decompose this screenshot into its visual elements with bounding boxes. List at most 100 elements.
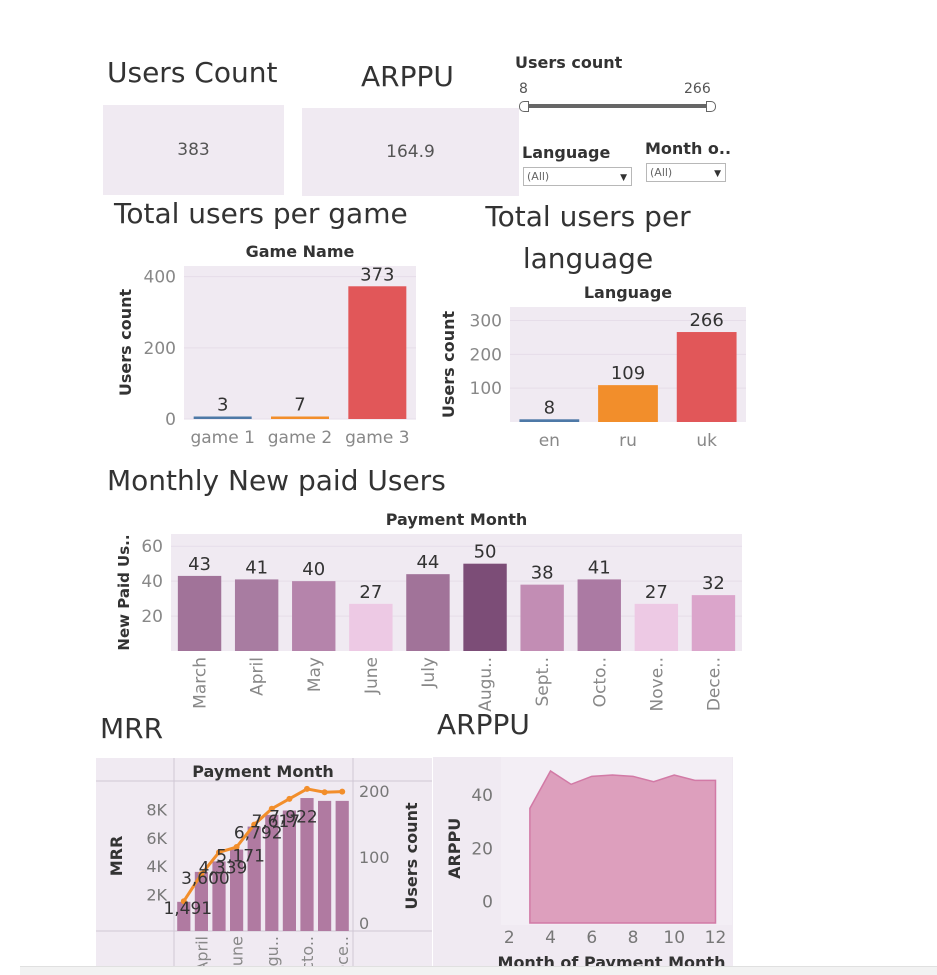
users-count-value: 383 xyxy=(177,140,210,160)
x-tick-label: 10 xyxy=(663,928,685,948)
bar xyxy=(349,603,393,651)
x-tick-label: 6 xyxy=(586,928,597,948)
x-tick-label: 4 xyxy=(545,928,556,948)
x-tick-label: March xyxy=(191,657,211,709)
data-label: 32 xyxy=(702,573,725,594)
bar xyxy=(234,579,279,651)
bar xyxy=(406,574,450,651)
arppu-kpi-card: 164.9 xyxy=(302,108,519,196)
mrr-chart: Payment Month2K4K6K8K0100200MRR Users cou… xyxy=(96,758,432,968)
y-tick-label: 60 xyxy=(141,537,163,557)
data-label: 373 xyxy=(360,264,394,285)
data-label: 266 xyxy=(689,310,723,331)
slider-max-handle[interactable] xyxy=(706,101,716,112)
language-filter-dropdown[interactable]: (All) ▼ xyxy=(523,167,632,186)
column-header: Payment Month xyxy=(386,510,528,529)
per-language-title: Total users per language xyxy=(485,200,691,275)
column-header: Payment Month xyxy=(192,762,334,781)
x-tick-label: Dece.. xyxy=(704,657,724,711)
game-bar-chart: 0 200 400 Game Name Users count 3 game 1 7 game … xyxy=(116,242,416,448)
slider-min-handle[interactable] xyxy=(519,101,529,112)
y-tick-label: 100 xyxy=(470,379,502,399)
monthly-bar-chart: 20 40 60 Payment Month New Paid Us.. 43 March 4… xyxy=(115,510,742,712)
data-label: 43 xyxy=(188,554,211,575)
per-game-title: Total users per game xyxy=(114,197,408,230)
x-tick-label: July xyxy=(419,657,439,689)
x-tick-label: June xyxy=(362,657,382,695)
bar xyxy=(318,800,332,931)
chevron-down-icon: ▼ xyxy=(714,169,721,179)
language-filter-value: (All) xyxy=(527,170,550,183)
arppu-area-chart: 020402 4 6 8 10 12ARPPUMonth of Payment Month xyxy=(433,757,733,968)
x-tick-label: Dece.. xyxy=(333,936,352,968)
y-axis-title: ARPPU xyxy=(445,818,464,879)
x-tick-label: 12 xyxy=(705,928,727,948)
x-tick-label: Nove.. xyxy=(647,657,667,711)
month-filter-value: (All) xyxy=(650,166,673,179)
data-label: 41 xyxy=(588,557,611,578)
bar xyxy=(577,579,621,651)
data-label: 7,922 xyxy=(269,808,318,828)
line-point xyxy=(339,788,346,795)
data-label: 50 xyxy=(474,542,497,563)
bar xyxy=(335,800,349,931)
column-header: Language xyxy=(584,283,672,302)
slider-min-value: 8 xyxy=(519,81,528,97)
users-count-card: 383 xyxy=(103,105,284,195)
y2-axis-title: Users count xyxy=(402,802,421,910)
monthly-title: Monthly New paid Users xyxy=(107,464,446,497)
y-tick-label: 8K xyxy=(146,800,167,819)
arppu-kpi-title: ARPPU xyxy=(361,60,454,93)
y-tick-label: 200 xyxy=(470,345,502,365)
x-tick-label: game 3 xyxy=(345,428,409,448)
bar xyxy=(271,416,329,419)
y-axis-title: Users count xyxy=(439,311,458,419)
y2-tick-label: 200 xyxy=(359,782,390,801)
slider-max-value: 266 xyxy=(684,81,711,97)
month-filter-dropdown[interactable]: (All) ▼ xyxy=(646,163,726,182)
x-tick-label: May xyxy=(305,657,325,692)
x-tick-label: April xyxy=(248,657,268,696)
users-count-slider[interactable] xyxy=(523,104,712,108)
bar xyxy=(676,332,737,422)
language-bar-chart: 100 200 300 Language Users count 8 en 109 ru 266 u… xyxy=(439,283,746,451)
column-header: Game Name xyxy=(246,242,355,261)
slider-label: Users count xyxy=(515,53,623,72)
line-point xyxy=(304,785,310,792)
arppu-area xyxy=(529,769,717,924)
x-tick-label: Sept.. xyxy=(533,657,553,707)
y-tick-label: 4K xyxy=(146,857,167,876)
x-tick-label: Octo.. xyxy=(298,936,317,968)
y-tick-label: 300 xyxy=(470,312,502,332)
y-tick-label: 40 xyxy=(141,572,163,592)
mrr-title: MRR xyxy=(100,712,164,745)
bar xyxy=(292,581,336,651)
y-tick-label: 6K xyxy=(146,829,167,848)
arppu-kpi-value: 164.9 xyxy=(386,142,435,162)
x-tick-label: Augu.. xyxy=(476,657,496,712)
y-axis-title: Users count xyxy=(116,289,135,397)
data-label: 109 xyxy=(611,363,645,384)
y-tick-label: 0 xyxy=(165,410,176,430)
x-tick-label: ru xyxy=(619,431,637,451)
language-filter-label: Language xyxy=(522,143,611,162)
chevron-down-icon: ▼ xyxy=(620,173,627,183)
x-tick-label: June xyxy=(228,936,247,968)
x-tick-label: uk xyxy=(696,431,717,451)
y-tick-label: 0 xyxy=(482,893,493,913)
users-count-title: Users Count xyxy=(107,56,278,89)
x-tick-label: 8 xyxy=(628,928,639,948)
x-tick-label: Octo.. xyxy=(590,657,610,707)
y-tick-label: 400 xyxy=(144,268,176,288)
bar xyxy=(463,563,507,651)
x-tick-label: April xyxy=(192,936,211,968)
data-label: 7 xyxy=(294,395,305,416)
y-tick-label: 40 xyxy=(471,786,493,806)
y-tick-label: 20 xyxy=(471,839,493,859)
data-label: 5,171 xyxy=(216,847,265,867)
month-filter-label: Month o.. xyxy=(645,139,732,158)
bar xyxy=(348,286,407,419)
bar xyxy=(519,419,580,422)
data-label: 44 xyxy=(416,552,439,573)
x-tick-label: 2 xyxy=(504,928,515,948)
